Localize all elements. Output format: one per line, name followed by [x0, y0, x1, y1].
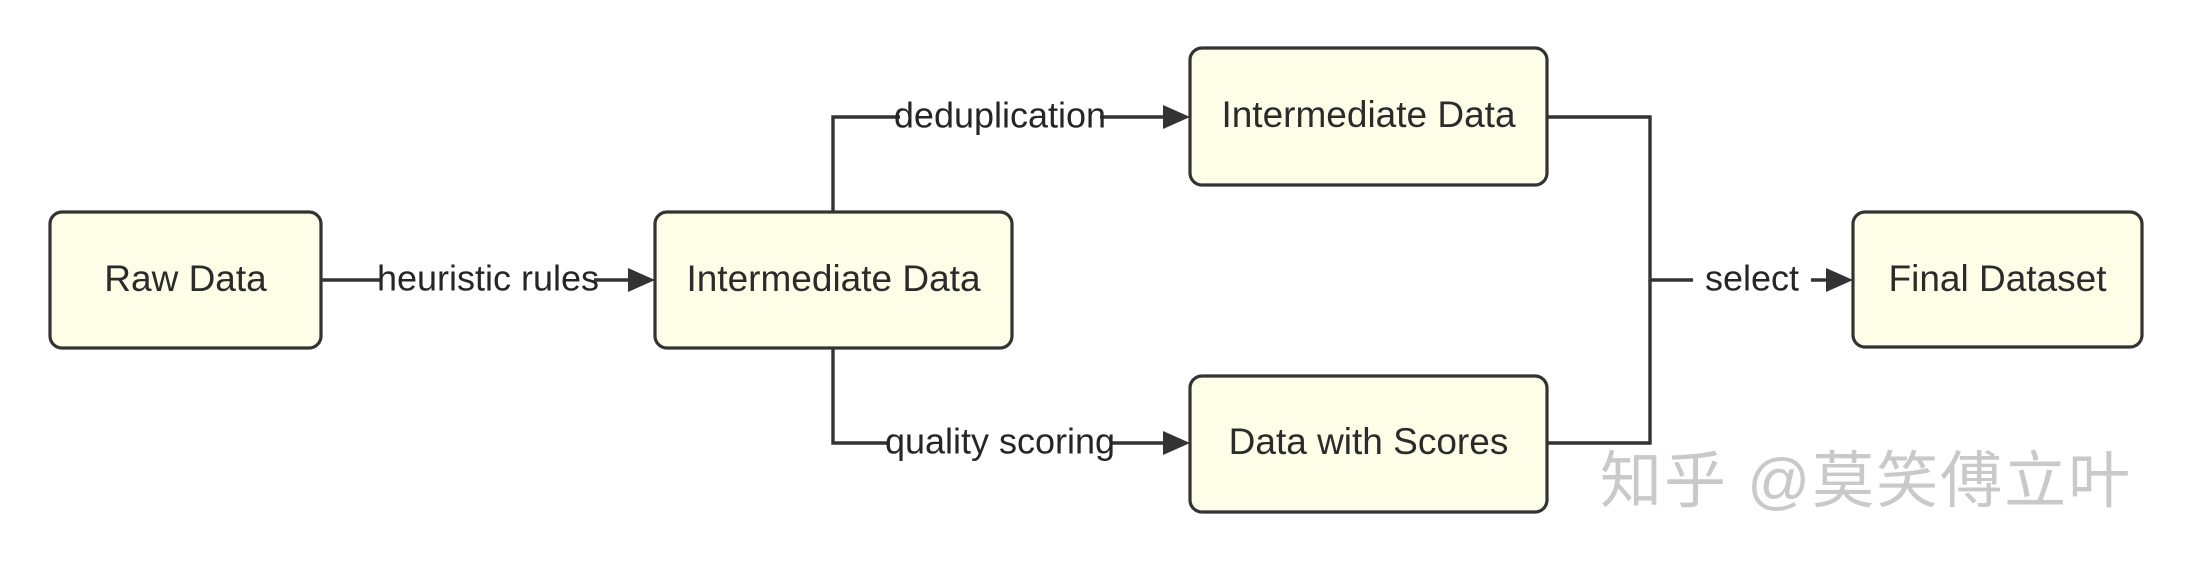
edge-label-select: select [1693, 258, 1811, 302]
edge-label-text: select [1705, 258, 1799, 299]
edge-label-heuristic-rules: heuristic rules [377, 258, 599, 302]
watermark: 知乎 @莫笑傅立叶 [1600, 447, 2133, 516]
arrow-head-icon [1163, 431, 1190, 455]
edge-label-quality-scoring: quality scoring [885, 421, 1115, 465]
node-label-text: Intermediate Data [686, 258, 981, 299]
edge-label-text: heuristic rules [377, 258, 599, 299]
edge-scores-to-final [1547, 280, 1652, 445]
edge-label-deduplication: deduplication [894, 95, 1106, 139]
edge-label-group: heuristic rules deduplication quality sc… [377, 95, 1811, 465]
edge-line [1547, 280, 1652, 445]
node-label-text: Raw Data [104, 258, 267, 299]
node-data-with-scores[interactable]: Data with Scores [1188, 374, 1549, 514]
node-raw-data[interactable]: Raw Data [48, 210, 323, 350]
arrow-head-icon [1826, 268, 1853, 292]
node-intermediate-data-main[interactable]: Intermediate Data [653, 210, 1014, 350]
node-intermediate-data-top[interactable]: Intermediate Data [1188, 46, 1549, 187]
edge-line [1547, 115, 1838, 282]
edge-label-text: quality scoring [885, 421, 1115, 462]
node-label-text: Data with Scores [1229, 421, 1509, 462]
node-label-text: Intermediate Data [1221, 94, 1516, 135]
node-final-dataset[interactable]: Final Dataset [1851, 210, 2144, 349]
node-label-text: Final Dataset [1889, 258, 2108, 299]
edge-label-text: deduplication [894, 95, 1106, 136]
diagram-canvas: heuristic rules deduplication quality sc… [0, 0, 2191, 562]
arrow-head-icon [1163, 105, 1190, 129]
arrow-head-icon [628, 268, 655, 292]
